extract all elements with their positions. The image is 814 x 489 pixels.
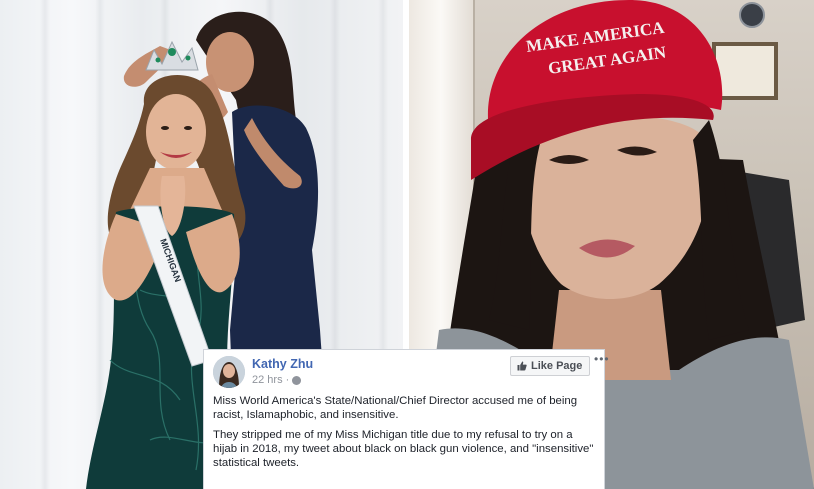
globe-icon	[292, 375, 302, 385]
like-page-label: Like Page	[531, 360, 583, 372]
post-timestamp[interactable]: 22 hrs ·	[252, 374, 302, 386]
post-paragraph-1: Miss World America's State/National/Chie…	[213, 395, 578, 421]
like-page-button[interactable]: Like Page	[510, 356, 591, 376]
more-options-icon[interactable]: •••	[594, 352, 610, 366]
author-name[interactable]: Kathy Zhu	[252, 357, 313, 371]
post-body: Miss World America's State/National/Chie…	[213, 394, 598, 476]
post-paragraph-2: They stripped me of my Miss Michigan tit…	[213, 429, 594, 469]
avatar-image	[213, 356, 245, 388]
avatar[interactable]	[213, 356, 245, 388]
facebook-post: Kathy Zhu 22 hrs · Like Page ••• Miss Wo…	[203, 349, 609, 489]
thumbs-up-icon	[517, 361, 527, 371]
timestamp-text: 22 hrs ·	[252, 374, 290, 386]
